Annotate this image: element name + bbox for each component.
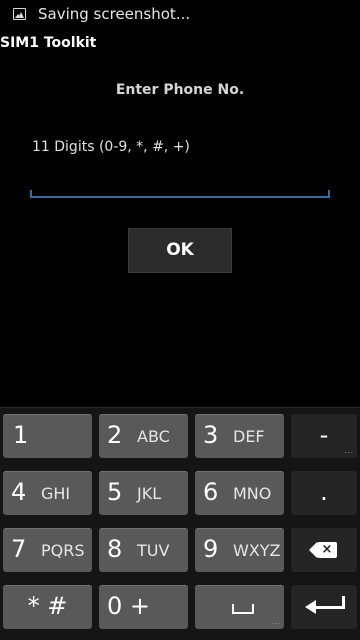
key-6-letters: MNO [233, 484, 272, 503]
key-1[interactable]: 1 [3, 414, 92, 458]
key-4-letters: GHI [41, 484, 71, 503]
backspace-icon: × [309, 542, 339, 558]
key-5[interactable]: 5 JKL [99, 471, 188, 515]
key-8[interactable]: 8 TUV [99, 528, 188, 572]
app-title: SIM1 Toolkit [0, 35, 97, 51]
space-key[interactable]: ... [195, 585, 284, 629]
status-bar: Saving screenshot... [0, 0, 360, 30]
key-3-number: 3 [203, 421, 219, 449]
key-6[interactable]: 6 MNO [195, 471, 284, 515]
key-period[interactable]: . [291, 471, 357, 515]
key-6-number: 6 [203, 478, 219, 506]
key-5-letters: JKL [137, 484, 162, 503]
key-4-number: 4 [11, 478, 27, 506]
key-9[interactable]: 9 WXYZ [195, 528, 284, 572]
key-2[interactable]: 2 ABC [99, 414, 188, 458]
key-5-number: 5 [107, 478, 123, 506]
key-7[interactable]: 7 PQRS [3, 528, 92, 572]
key-star-hash-label: * # [27, 592, 68, 620]
space-key-dots: ... [271, 618, 281, 626]
dialog-prompt: Enter Phone No. [115, 82, 245, 98]
ok-button[interactable]: OK [128, 228, 232, 273]
backspace-key[interactable]: × [291, 528, 357, 572]
phone-number-input[interactable] [30, 170, 330, 198]
key-3-letters: DEF [233, 427, 265, 446]
key-2-letters: ABC [137, 427, 170, 446]
key-0[interactable]: 0 + [99, 585, 188, 629]
key-star-hash[interactable]: * # [3, 585, 92, 629]
image-icon [13, 8, 26, 20]
key-more-dots: ... [344, 447, 354, 455]
key-minus[interactable]: - ... [291, 414, 357, 458]
key-0-label: 0 + [107, 592, 151, 620]
key-8-number: 8 [107, 535, 123, 563]
key-3[interactable]: 3 DEF [195, 414, 284, 458]
key-8-letters: TUV [137, 541, 170, 560]
key-9-number: 9 [203, 535, 219, 563]
enter-key[interactable] [291, 585, 357, 629]
space-bar-icon [232, 604, 254, 614]
numeric-keyboard: 1 2 ABC 3 DEF - ... 4 GHI 5 JKL 6 MNO . … [0, 407, 360, 640]
enter-arrow-icon [305, 596, 345, 616]
input-underline-edge-left [30, 190, 32, 197]
key-4[interactable]: 4 GHI [3, 471, 92, 515]
key-minus-label: - [319, 421, 329, 449]
key-1-number: 1 [13, 421, 29, 449]
key-2-number: 2 [107, 421, 123, 449]
key-7-letters: PQRS [41, 541, 85, 560]
key-period-label: . [320, 478, 328, 506]
status-notification-text: Saving screenshot... [38, 5, 191, 23]
input-hint: 11 Digits (0-9, *, #, +) [32, 139, 190, 155]
input-underline-edge-right [328, 190, 330, 197]
key-7-number: 7 [11, 535, 27, 563]
key-9-letters: WXYZ [233, 541, 281, 560]
